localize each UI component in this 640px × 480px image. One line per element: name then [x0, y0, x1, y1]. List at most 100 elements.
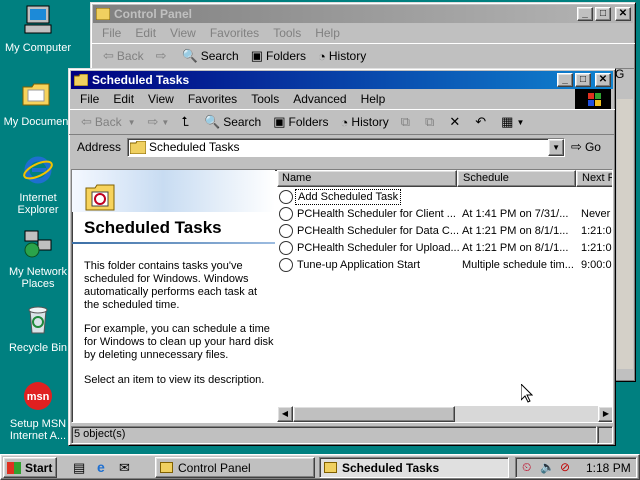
quick-launch-internet-explorer-icon[interactable]: e	[97, 459, 105, 475]
quick-launch-show-desktop-icon[interactable]: ▤	[73, 460, 85, 476]
taskbar-button-scheduled-tasks[interactable]: Scheduled Tasks	[319, 457, 509, 478]
computer-icon	[24, 5, 52, 34]
desktop-icon-label: My Computer	[4, 42, 72, 54]
search-button[interactable]: 🔍 Search	[198, 114, 267, 130]
minimize-button[interactable]: _	[577, 7, 593, 21]
desktop-icon-my-network-places[interactable]: My Network Places	[2, 228, 74, 290]
scheduled-tasks-window[interactable]: Scheduled Tasks _ □ ✕ File Edit View Fav…	[68, 68, 616, 446]
scheduled-tasks-titlebar[interactable]: Scheduled Tasks _ □ ✕	[71, 71, 613, 89]
search-button[interactable]: 🔍 Search	[176, 48, 245, 64]
close-button[interactable]: ✕	[595, 73, 611, 87]
back-arrow-icon: ⇦	[103, 48, 114, 63]
info-panel-paragraph-1: This folder contains tasks you've schedu…	[84, 260, 258, 311]
network-icon	[24, 230, 52, 258]
scroll-right-button[interactable]: ▶	[598, 406, 612, 422]
desktop-icon-internet-explorer[interactable]: Internet Explorer	[2, 154, 74, 216]
menu-tools[interactable]: Tools	[244, 92, 286, 106]
task-clock-icon	[279, 258, 293, 272]
forward-button[interactable]: ⇨	[150, 48, 176, 64]
forward-dropdown-icon: ▼	[161, 117, 170, 127]
forward-button[interactable]: ⇨ ▼	[142, 114, 176, 130]
taskbar-button-control-panel[interactable]: Control Panel	[155, 457, 315, 478]
table-row[interactable]: PCHealth Scheduler for Upload... At 1:21…	[279, 240, 612, 256]
folders-icon: ▣	[273, 114, 286, 129]
maximize-button[interactable]: □	[575, 73, 591, 87]
desktop-icon-label: Setup MSN Internet A...	[9, 418, 67, 442]
history-button[interactable]: ◔ History	[312, 49, 372, 64]
table-row[interactable]: PCHealth Scheduler for Client ... At 1:4…	[279, 206, 612, 222]
copy-to-button[interactable]: ⧉	[419, 114, 443, 130]
menu-view[interactable]: View	[141, 92, 181, 106]
menubar: File Edit View Favorites Tools Advanced …	[69, 89, 615, 109]
close-button[interactable]: ✕	[615, 7, 631, 21]
network-status-icon[interactable]: ⊘	[560, 460, 570, 474]
search-icon: 🔍	[181, 48, 198, 63]
table-row[interactable]: Add Scheduled Task	[279, 189, 609, 205]
history-button[interactable]: ◔ History	[335, 115, 395, 130]
up-folder-icon: ⮤	[181, 114, 190, 129]
column-header-name[interactable]: Name	[277, 170, 457, 187]
menu-favorites[interactable]: Favorites	[203, 26, 266, 40]
go-button[interactable]: ⇨ Go	[571, 139, 601, 155]
menu-tools[interactable]: Tools	[266, 26, 308, 40]
scroll-thumb[interactable]	[293, 406, 455, 422]
menu-edit[interactable]: Edit	[106, 92, 141, 106]
menu-view[interactable]: View	[163, 26, 203, 40]
clock[interactable]: 1:18 PM	[586, 461, 631, 475]
menu-help[interactable]: Help	[354, 92, 393, 106]
desktop-icon-my-documents[interactable]: My Documen	[0, 78, 72, 128]
desktop-icon-label: My Documen	[3, 116, 69, 128]
status-resize-grip[interactable]	[597, 426, 613, 444]
task-clock-icon	[279, 224, 293, 238]
delete-icon: ✕	[449, 114, 461, 129]
scroll-left-button[interactable]: ◀	[277, 406, 293, 422]
control-panel-toolbar: ⇦ Back ⇨ 🔍 Search ▣ Folders ◔ History	[91, 43, 635, 69]
task-scheduler-tray-icon[interactable]: ⏲	[522, 460, 531, 475]
table-row[interactable]: Tune-up Application Start Multiple sched…	[279, 257, 612, 273]
control-panel-icon	[96, 8, 110, 20]
desktop-icon-setup-msn[interactable]: msn Setup MSN Internet A...	[2, 380, 74, 442]
menu-help[interactable]: Help	[308, 26, 347, 40]
move-to-button[interactable]: ⧉	[395, 114, 419, 130]
table-row[interactable]: PCHealth Scheduler for Data C... At 1:21…	[279, 223, 612, 239]
folder-icon	[22, 83, 50, 106]
task-schedule: Multiple schedule tim...	[462, 259, 574, 271]
control-panel-menubar: File Edit View Favorites Tools Help	[91, 23, 635, 43]
back-dropdown-icon: ▼	[127, 117, 136, 127]
delete-button[interactable]: ✕	[443, 114, 469, 130]
task-clock-icon	[279, 207, 293, 221]
up-button[interactable]: ⮤	[175, 114, 198, 130]
msn-icon: msn	[24, 382, 52, 410]
control-panel-scrollbar[interactable]	[617, 99, 633, 369]
volume-icon[interactable]: 🔈	[540, 460, 555, 474]
maximize-button[interactable]: □	[595, 7, 611, 21]
folders-button[interactable]: ▣ Folders	[267, 114, 334, 130]
desktop-icon-recycle-bin[interactable]: Recycle Bin	[2, 304, 74, 354]
menu-edit[interactable]: Edit	[128, 26, 163, 40]
horizontal-scrollbar[interactable]: ◀ ▶	[277, 406, 612, 422]
menu-favorites[interactable]: Favorites	[181, 92, 244, 106]
menu-advanced[interactable]: Advanced	[286, 92, 353, 106]
back-button[interactable]: ⇦ Back	[97, 48, 150, 64]
back-button[interactable]: ⇦ Back ▼	[75, 114, 142, 130]
forward-arrow-icon: ⇨	[155, 48, 167, 63]
control-panel-titlebar[interactable]: Control Panel _ □ ✕	[93, 5, 633, 23]
column-header-schedule[interactable]: Schedule	[457, 170, 576, 187]
column-header-next-run[interactable]: Next R	[576, 170, 612, 187]
undo-icon: ↶	[475, 114, 487, 129]
folders-button[interactable]: ▣ Folders	[245, 48, 312, 64]
address-dropdown-button[interactable]: ▼	[548, 138, 565, 156]
desktop-icon-my-computer[interactable]: My Computer	[2, 4, 74, 54]
menu-file[interactable]: File	[73, 92, 106, 106]
task-next-run: 1:21:00	[581, 242, 612, 254]
address-input[interactable]: Scheduled Tasks ▼	[127, 137, 566, 157]
start-button[interactable]: Start	[3, 457, 57, 478]
windows-logo-icon	[575, 89, 611, 109]
quick-launch-outlook-icon[interactable]: ✉	[119, 460, 130, 476]
views-button[interactable]: ▦ ▼	[495, 114, 530, 130]
undo-button[interactable]: ↶	[469, 114, 495, 130]
minimize-button[interactable]: _	[557, 73, 573, 87]
menu-file[interactable]: File	[95, 26, 128, 40]
go-arrow-icon: ⇨	[571, 139, 582, 154]
add-task-icon	[279, 190, 293, 204]
